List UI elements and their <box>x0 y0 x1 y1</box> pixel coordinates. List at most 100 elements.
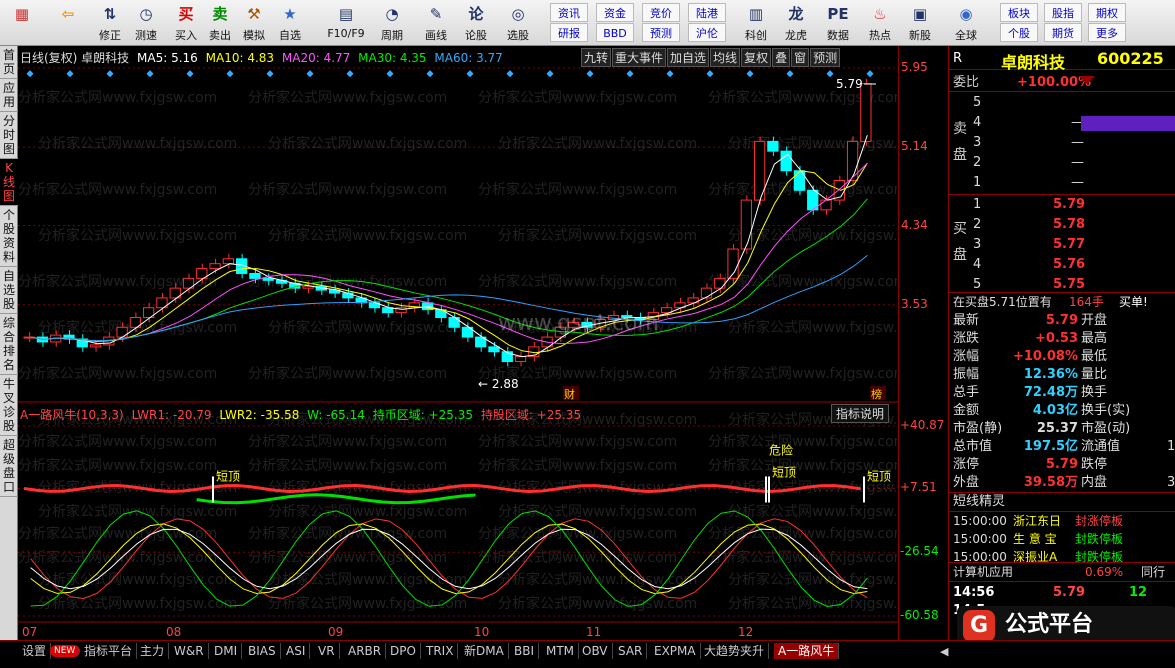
toolbar-button-数据[interactable]: PE 数据 <box>818 2 858 44</box>
short-list-item[interactable]: 15:00:00 生 意 宝 封跌停板 <box>949 530 1175 548</box>
toolbar-right-个股[interactable]: 个股 <box>1000 23 1038 42</box>
watermark-text: 分析家公式网www.fxjgsw.com <box>38 571 237 588</box>
bottom-tab-指标平台[interactable]: 指标平台 <box>80 643 138 659</box>
toolbar-button-画线[interactable]: ✎ 画线 <box>416 2 456 44</box>
toolbar-button-grid[interactable]: ▦ <box>2 2 42 44</box>
left-nav-自选股[interactable]: 自选股 <box>0 267 18 314</box>
watermark-text: 分析家公式网www.fxjgsw.com <box>268 227 467 244</box>
stat-value: 4.03亿 <box>1032 403 1078 418</box>
logo-icon: G <box>963 610 995 640</box>
bottom-tab-SAR[interactable]: SAR <box>614 643 648 659</box>
sell-row[interactable]: 5 <box>949 94 1175 112</box>
bottom-tab-MTM[interactable]: MTM <box>542 643 580 659</box>
watermark-text: 分析家公式网www.fxjgsw.com <box>38 595 237 612</box>
toolbar-small-沪伦[interactable]: 沪伦 <box>688 23 726 42</box>
bottom-tab-DMI[interactable]: DMI <box>210 643 243 659</box>
toolbar-right-期权[interactable]: 期权 <box>1088 3 1126 22</box>
indicator-explain-button[interactable]: 指标说明 <box>831 404 890 423</box>
toolbar-button-周期[interactable]: ◔ 周期 <box>372 2 412 44</box>
bottom-tab-W&R[interactable]: W&R <box>170 643 209 659</box>
bottom-tab-主力[interactable]: 主力 <box>136 643 170 659</box>
toolbar-small-研报[interactable]: 研报 <box>550 23 588 42</box>
buy-row[interactable]: 4 5.76 <box>949 256 1175 274</box>
kline-chart-area[interactable]: 日线(复权) 卓朗科技 MA5: 5.16 MA10: 4.83 MA20: 4… <box>18 46 898 640</box>
toolbar-small-BBD[interactable]: BBD <box>596 23 634 42</box>
buy-row[interactable]: 2 5.78 <box>949 216 1175 234</box>
sell-row[interactable]: 3— <box>949 134 1175 152</box>
watermark-text: 分析家公式网www.fxjgsw.com <box>478 89 677 106</box>
stat-row: 最新 5.79 开盘 <box>949 312 1175 330</box>
toolbar-small-竞价[interactable]: 竞价 <box>642 3 680 22</box>
hammer-icon: ⚒ <box>247 5 261 23</box>
bottom-tab-BBI[interactable]: BBI <box>510 643 540 659</box>
left-nav-牛叉诊股[interactable]: 牛叉诊股 <box>0 375 18 436</box>
short-list-item[interactable]: 15:00:00 浙江东日 封涨停板 <box>949 512 1175 530</box>
collapse-icon[interactable] <box>1079 76 1095 84</box>
toolbar-button-新股[interactable]: ▣ 新股 <box>900 2 940 44</box>
toolbar-right-期货[interactable]: 期货 <box>1044 23 1082 42</box>
sell-level: 1 <box>973 175 982 190</box>
short-time: 15:00:00 <box>953 514 1007 528</box>
bottom-tab-BIAS[interactable]: BIAS <box>244 643 281 659</box>
candle-body <box>209 263 221 270</box>
toolbar-button-论股[interactable]: 论论股 <box>456 2 496 44</box>
toolbar-right-更多[interactable]: 更多 <box>1088 23 1126 42</box>
toolbar-button-全球[interactable]: ◉ 全球 <box>946 2 986 44</box>
tab-scroll-left-icon[interactable]: ◀ <box>940 645 948 658</box>
bottom-tab-VR[interactable]: VR <box>314 643 340 659</box>
toolbar-button-模拟[interactable]: ⚒ 模拟 <box>234 2 274 44</box>
toolbar-button-F10/F9[interactable]: ▤ F10/F9 <box>326 2 366 44</box>
new-stock-icon: ▣ <box>912 5 928 23</box>
toolbar-button-科创[interactable]: ▥ 科创 <box>736 2 776 44</box>
bottom-tab-设置[interactable]: 设置 <box>18 643 52 659</box>
left-nav-K线图[interactable]: K线图 <box>0 159 18 206</box>
left-nav-超级盘口[interactable]: 超级盘口 <box>0 436 18 497</box>
toolbar-button-选股[interactable]: ◎ 选股 <box>498 2 538 44</box>
toolbar-right-股指[interactable]: 股指 <box>1044 3 1082 22</box>
toolbar-small-预测[interactable]: 预测 <box>642 23 680 42</box>
buy-price: 5.78 <box>1053 217 1086 232</box>
toolbar-small-陆港[interactable]: 陆港 <box>688 3 726 22</box>
bottom-tab-ARBR[interactable]: ARBR <box>344 643 387 659</box>
bottom-tab-DPO[interactable]: DPO <box>386 643 421 659</box>
bottom-tab-新DMA[interactable]: 新DMA <box>460 643 509 659</box>
toolbar-button-热点[interactable]: ♨ 热点 <box>860 2 900 44</box>
stat-value: 39.58万 <box>1023 475 1078 490</box>
stat-label: 涨跌 <box>953 331 980 346</box>
toolbar-small-资讯[interactable]: 资讯 <box>550 3 588 22</box>
candle-body <box>116 326 128 338</box>
left-nav-分时图[interactable]: 分时图 <box>0 112 18 159</box>
bottom-tab-ASI[interactable]: ASI <box>282 643 311 659</box>
sector-row[interactable]: 计算机应用 0.69% 同行 <box>949 562 1175 582</box>
bottom-tab-EXPMA[interactable]: EXPMA <box>650 643 701 659</box>
toolbar-button-修正[interactable]: ⇅ 修正 <box>90 2 130 44</box>
event-marker <box>506 70 514 78</box>
left-nav-个股资料[interactable]: 个股资料 <box>0 206 18 267</box>
toolbar-small-资金[interactable]: 资金 <box>596 3 634 22</box>
buy-row[interactable]: 3 5.77 <box>949 236 1175 254</box>
left-nav-首页[interactable]: 首页 <box>0 46 18 79</box>
event-marker <box>866 70 874 78</box>
sell-row[interactable]: 1— <box>949 174 1175 192</box>
sell-row[interactable]: 4— <box>949 114 1175 132</box>
indicator-title: A一路风牛(10,3,3) <box>20 408 124 422</box>
toolbar-button-label: 画线 <box>425 29 447 42</box>
bottom-tab-A一路风牛[interactable]: A一路风牛 <box>774 643 840 659</box>
stat-value: 12.36% <box>1023 367 1078 382</box>
toolbar-button-测速[interactable]: ◷ 测速 <box>126 2 166 44</box>
stock-code: 600225 <box>1097 49 1164 68</box>
toolbar-button-自选[interactable]: ★ 自选 <box>270 2 310 44</box>
bottom-tab-OBV[interactable]: OBV <box>578 643 613 659</box>
bottom-tab-NEW[interactable]: NEW <box>50 645 81 657</box>
price-axis: 5.95 5.14 4.34 3.53 +40.87 +7.51 -26.54 -60.58 <box>898 46 948 640</box>
left-nav-应用[interactable]: 应用 <box>0 79 18 112</box>
toolbar-button-龙虎[interactable]: 龙龙虎 <box>776 2 816 44</box>
toolbar-right-板块[interactable]: 板块 <box>1000 3 1038 22</box>
toolbar-button-back[interactable]: ⇦ <box>48 2 88 44</box>
left-nav-综合排名[interactable]: 综合排名 <box>0 314 18 375</box>
bottom-tab-TRIX[interactable]: TRIX <box>422 643 459 659</box>
sell-row[interactable]: 2— <box>949 154 1175 172</box>
buy-row[interactable]: 1 5.79 <box>949 196 1175 214</box>
bottom-tab-大趋势夹升[interactable]: 大趋势夹升 <box>700 643 770 659</box>
pick-icon: ◎ <box>511 5 525 23</box>
